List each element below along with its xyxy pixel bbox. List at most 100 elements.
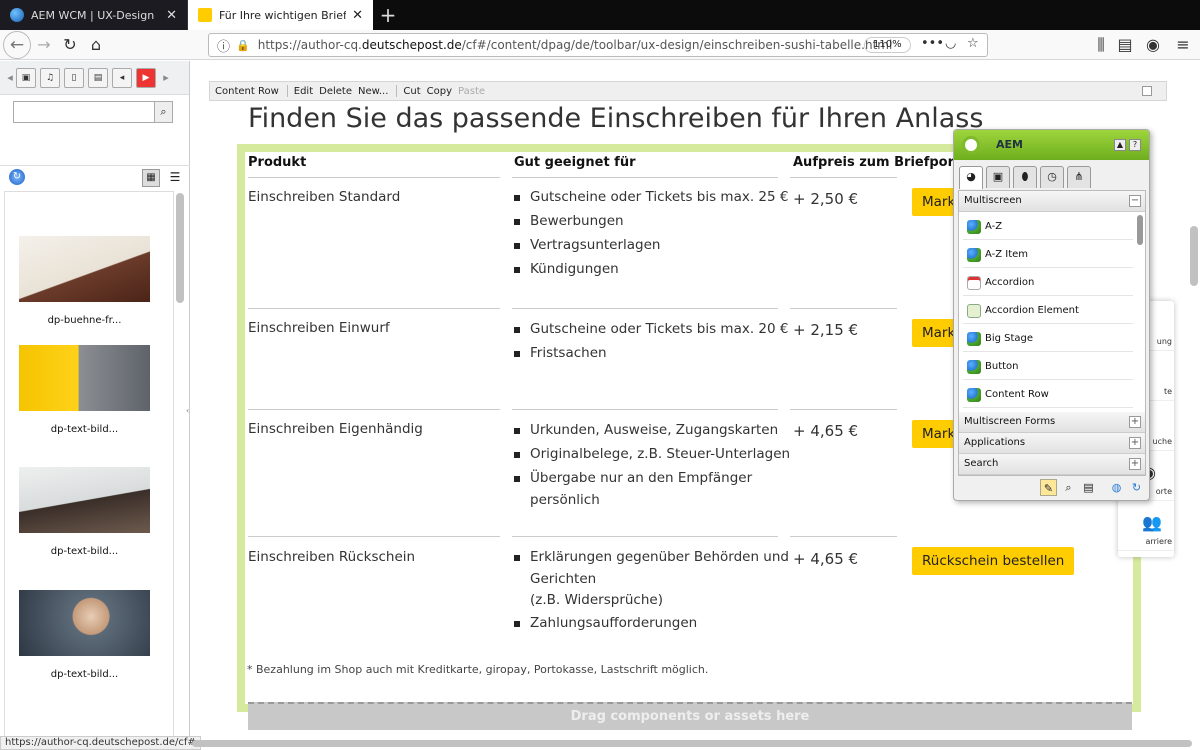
list-item: Originalbelege, z.B. Steuer-Unterlagen <box>512 442 790 466</box>
grid-view-icon[interactable]: ▦ <box>142 169 160 187</box>
content-finder-toolbar: ◂ ▣ ♫ ▯ ▤ ◂ ▶ ▸ <box>0 61 189 95</box>
component-name: Content Row <box>215 85 279 97</box>
asset-list-scrollbar[interactable] <box>176 193 184 303</box>
section-label: Multiscreen <box>964 195 1022 206</box>
page-scrollbar[interactable] <box>1190 226 1198 286</box>
back-button[interactable]: ← <box>3 30 31 59</box>
asset-caption: dp-text-bild... <box>50 669 119 680</box>
horizontal-scrollbar[interactable] <box>192 740 1192 747</box>
more-icon[interactable]: ••• <box>921 36 944 51</box>
sidekick-header[interactable]: AEM ▲ ? <box>954 130 1149 160</box>
new-button[interactable]: New... <box>358 86 388 97</box>
page-tab-icon[interactable]: ▣ <box>986 166 1010 188</box>
images-tab-icon[interactable]: ▣ <box>16 67 36 88</box>
tab-briefsendung[interactable]: Für Ihre wichtigen Briefsendung ✕ <box>188 0 373 30</box>
component-item[interactable]: Button <box>963 354 1133 380</box>
help-icon[interactable]: ? <box>1129 139 1141 151</box>
site-admin-icon[interactable]: ◍ <box>1108 479 1125 496</box>
youtube-tab-icon[interactable]: ▶ <box>136 67 156 88</box>
section-multiscreen-forms[interactable]: Multiscreen Forms + <box>959 412 1145 433</box>
component-item[interactable]: Content Row <box>963 382 1133 408</box>
scroll-left-icon[interactable]: ◂ <box>4 71 16 84</box>
refresh-icon[interactable]: ↻ <box>1128 479 1145 496</box>
workflow-tab-icon[interactable]: ⋔ <box>1067 166 1091 188</box>
close-icon[interactable]: ✕ <box>352 8 363 23</box>
component-item[interactable]: Accordion <box>963 270 1133 296</box>
account-icon[interactable]: ◉ <box>1140 32 1166 58</box>
divider <box>248 536 500 537</box>
divider <box>248 177 500 178</box>
karriere-item[interactable]: 👥 arriere <box>1118 501 1174 551</box>
collapse-handle-icon[interactable]: ‹ <box>186 406 190 416</box>
cut-button[interactable]: Cut <box>403 86 420 97</box>
uses-list: Gutscheine oder Tickets bis max. 20 € Fr… <box>512 317 788 365</box>
pocket-icon[interactable]: ◡ <box>945 36 956 51</box>
versioning-tab-icon[interactable]: ◷ <box>1040 166 1064 188</box>
list-item-continuation: persönlich <box>530 492 600 508</box>
list-view-icon[interactable]: ☰ <box>166 169 184 187</box>
collapse-icon[interactable]: ▲ <box>1114 139 1126 151</box>
component-item[interactable]: Big Stage <box>963 326 1133 352</box>
edit-mode-icon[interactable]: ✎ <box>1040 479 1057 496</box>
tab-strip: AEM WCM | UX-Design ✕ Für Ihre wichtigen… <box>0 0 1200 30</box>
preview-mode-icon[interactable]: ⌕ <box>1060 479 1077 496</box>
paragraphs-tab-icon[interactable]: ▤ <box>88 67 108 88</box>
url-bar[interactable]: ⓘ 🔒 https://author-cq.deutschepost.de/cf… <box>208 33 988 57</box>
scroll-right-icon[interactable]: ▸ <box>160 71 172 84</box>
refresh-icon[interactable]: ↻ <box>9 169 25 185</box>
design-mode-icon[interactable]: ▤ <box>1080 479 1097 496</box>
select-checkbox[interactable] <box>1142 86 1152 96</box>
collapse-section-icon[interactable]: − <box>1129 195 1141 207</box>
asset-item[interactable]: dp-text-bild... <box>19 345 150 435</box>
media-tab-icon[interactable]: ◂ <box>112 67 132 88</box>
content-finder: ◂ ▣ ♫ ▯ ▤ ◂ ▶ ▸ ⌕ ↻ ▦ ☰ dp-buehne-fr... … <box>0 61 190 740</box>
bookmark-star-icon[interactable]: ☆ <box>967 36 979 51</box>
menu-icon[interactable]: ≡ <box>1170 32 1196 58</box>
home-button[interactable]: ⌂ <box>83 32 109 58</box>
expand-section-icon[interactable]: + <box>1129 416 1141 428</box>
sidekick-scrollbar[interactable] <box>1137 215 1143 245</box>
list-item: Erklärungen gegenüber Behörden und <box>512 545 789 569</box>
expand-section-icon[interactable]: + <box>1129 437 1141 449</box>
product-name: Einschreiben Einwurf <box>248 320 390 336</box>
asset-search-input[interactable]: ⌕ <box>13 101 173 123</box>
section-label: Search <box>964 458 999 469</box>
component-item[interactable]: A-Z Item <box>963 242 1133 268</box>
copy-button[interactable]: Copy <box>427 86 452 97</box>
aem-sidekick: AEM ▲ ? ◕ ▣ ⬮ ◷ ⋔ Multiscreen − A-Z A-Z … <box>953 129 1150 501</box>
rueckschein-bestellen-button[interactable]: Rückschein bestellen <box>912 547 1075 575</box>
pages-tab-icon[interactable]: ▯ <box>64 67 84 88</box>
delete-button[interactable]: Delete <box>319 86 352 97</box>
accordion-element-icon <box>967 304 981 318</box>
column-header-price: Aufpreis zum Briefporto <box>793 155 953 170</box>
library-icon[interactable]: ⫼ <box>1088 32 1114 58</box>
edit-button[interactable]: Edit <box>294 86 313 97</box>
component-item[interactable]: A-Z <box>963 214 1133 240</box>
asset-item[interactable]: dp-text-bild... <box>19 467 150 557</box>
tab-aem-wcm[interactable]: AEM WCM | UX-Design ✕ <box>0 0 188 30</box>
insecure-lock-icon[interactable]: 🔒 <box>236 39 250 52</box>
component-drop-zone[interactable]: Drag components or assets here <box>248 702 1132 730</box>
search-icon[interactable]: ⌕ <box>154 102 172 122</box>
reload-button[interactable]: ↻ <box>57 32 83 58</box>
forward-button[interactable]: → <box>31 32 57 58</box>
expand-section-icon[interactable]: + <box>1129 458 1141 470</box>
asset-thumbnail <box>19 590 150 656</box>
footnote: * Bezahlung im Shop auch mit Kreditkarte… <box>247 663 709 676</box>
components-tab-icon[interactable]: ◕ <box>959 166 983 189</box>
close-icon[interactable]: ✕ <box>166 8 177 23</box>
info-icon[interactable]: ⓘ <box>217 36 230 55</box>
asset-item[interactable]: dp-buehne-fr... <box>19 236 150 326</box>
information-tab-icon[interactable]: ⬮ <box>1013 166 1037 188</box>
section-search[interactable]: Search + <box>959 454 1145 475</box>
price: + 4,65 € <box>793 550 859 568</box>
section-multiscreen[interactable]: Multiscreen − <box>959 191 1145 212</box>
section-applications[interactable]: Applications + <box>959 433 1145 454</box>
zoom-badge[interactable]: 110% <box>864 37 911 53</box>
new-tab-button[interactable]: + <box>373 0 403 30</box>
divider <box>790 409 897 410</box>
component-item[interactable]: Accordion Element <box>963 298 1133 324</box>
asset-item[interactable]: dp-text-bild... <box>19 590 150 680</box>
sidebar-icon[interactable]: ▤ <box>1112 32 1138 58</box>
documents-tab-icon[interactable]: ♫ <box>40 67 60 88</box>
